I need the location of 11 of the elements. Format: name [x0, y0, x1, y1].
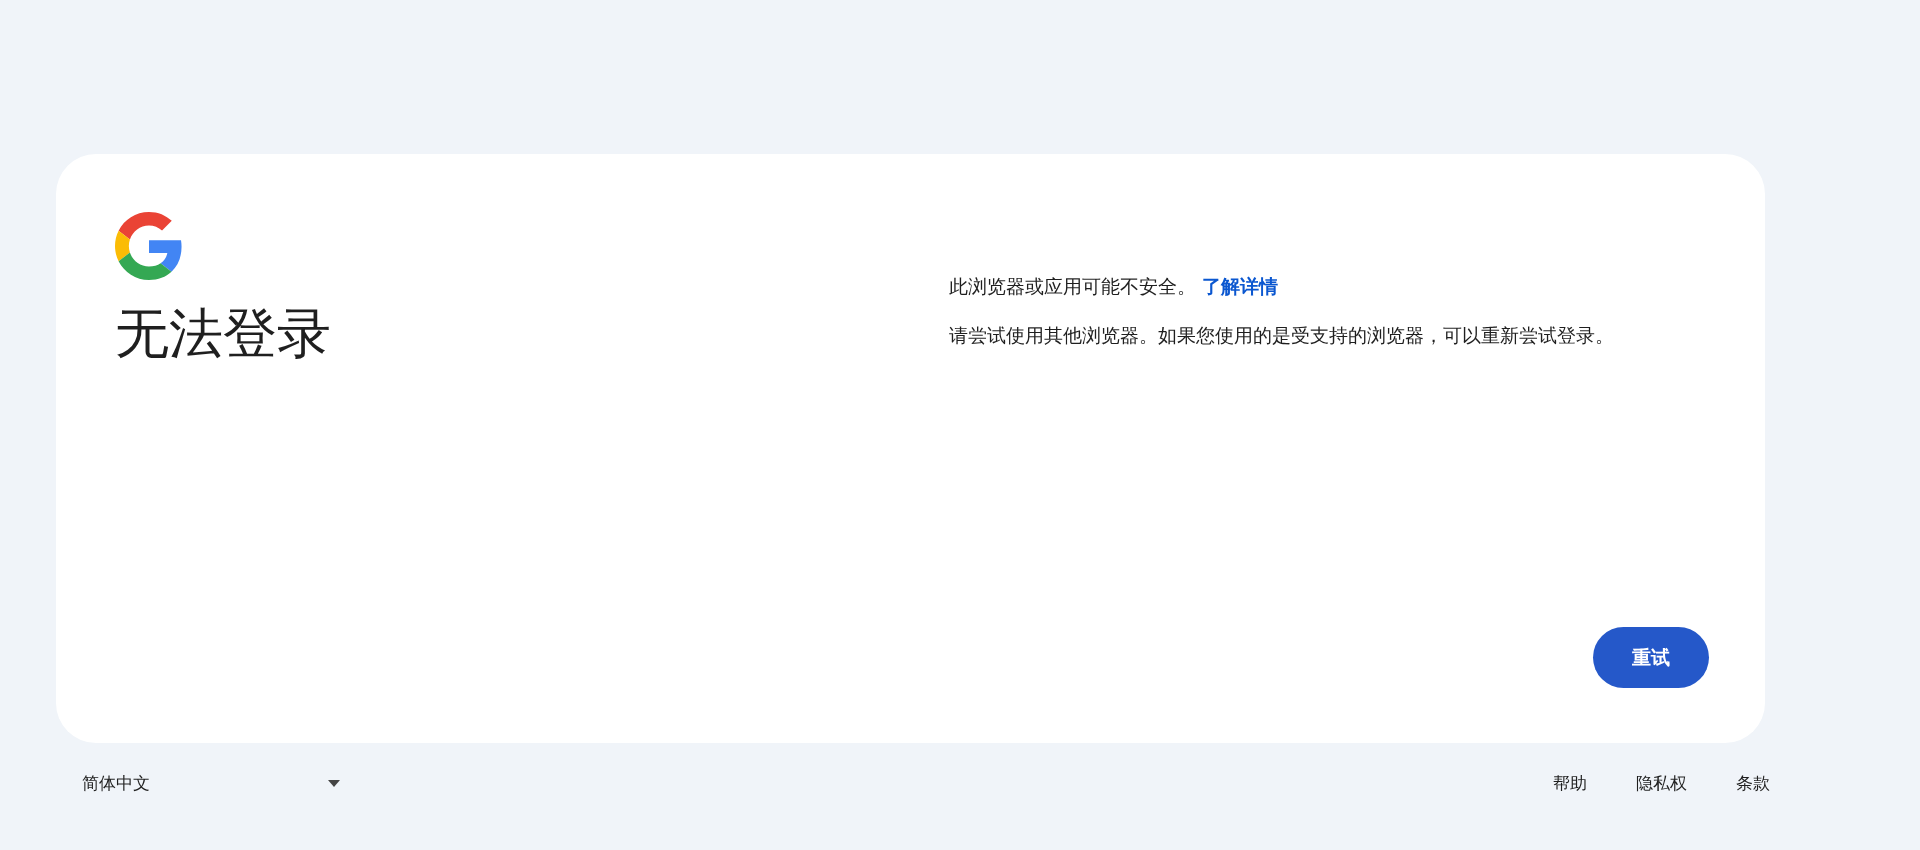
- learn-more-link[interactable]: 了解详情: [1202, 275, 1278, 297]
- footer-link[interactable]: 隐私权: [1636, 771, 1687, 797]
- google-logo: [115, 212, 183, 280]
- warning-text: 此浏览器或应用可能不安全。 了解详情: [949, 274, 1279, 299]
- footer-link[interactable]: 帮助: [1553, 771, 1587, 797]
- footer-link[interactable]: 条款: [1736, 771, 1770, 797]
- page-title: 无法登录: [115, 302, 332, 367]
- dropdown-caret-icon: [328, 780, 340, 788]
- instruction-text: 请尝试使用其他浏览器。如果您使用的是受支持的浏览器，可以重新尝试登录。: [949, 322, 1614, 348]
- retry-button[interactable]: 重试: [1593, 627, 1709, 688]
- language-select[interactable]: 简体中文: [82, 765, 340, 803]
